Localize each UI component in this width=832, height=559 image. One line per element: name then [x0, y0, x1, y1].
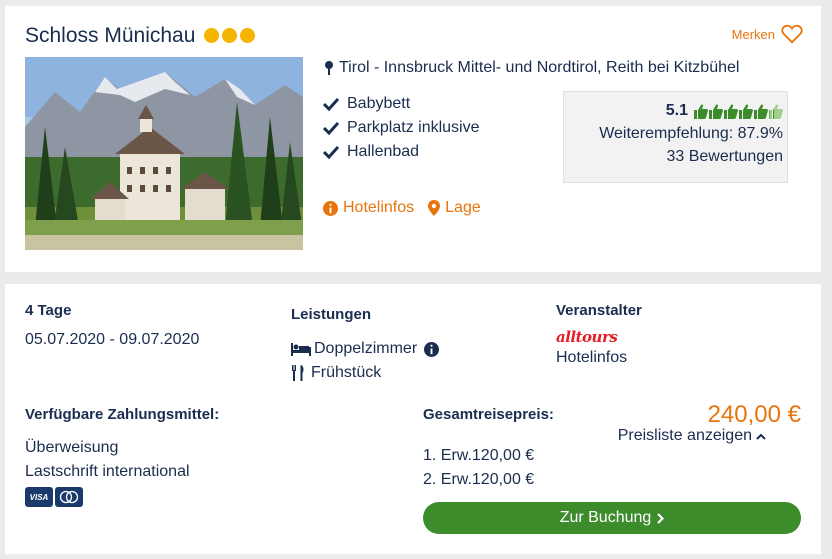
feature-item: Parkplatz inklusive	[323, 116, 480, 140]
duration: 4 Tage	[25, 302, 72, 319]
payment-cards: VISA	[25, 487, 83, 507]
lage-label: Lage	[445, 199, 481, 216]
bed-icon	[291, 342, 311, 356]
book-label: Zur Buchung	[559, 509, 652, 526]
hotel-title[interactable]: Schloss Münichau	[25, 24, 195, 48]
recommendation-text: Weiterempfehlung: 87.9%	[599, 125, 783, 142]
feature-item: Babybett	[323, 92, 480, 116]
feature-label: Babybett	[347, 95, 411, 112]
total-heading: Gesamtreisepreis:	[423, 406, 554, 423]
chevron-up-icon	[756, 433, 766, 440]
map-pin-icon	[325, 61, 333, 75]
payment-method: Überweisung	[25, 439, 119, 456]
heart-icon	[781, 24, 803, 44]
check-icon	[323, 97, 339, 111]
services-heading: Leistungen	[291, 306, 372, 323]
rating-thumbs	[694, 103, 783, 119]
thumb-up-icon	[694, 103, 708, 119]
total-price: 240,00 €	[707, 401, 801, 428]
offer-card: 4 Tage 05.07.2020 - 09.07.2020 Leistunge…	[5, 284, 821, 554]
lage-link[interactable]: Lage	[428, 199, 481, 217]
thumb-up-icon	[739, 103, 753, 119]
operator-hotelinfos-link[interactable]: Hotelinfos	[556, 349, 627, 367]
travel-dates: 05.07.2020 - 09.07.2020	[25, 331, 200, 348]
payment-method: Lastschrift international	[25, 463, 190, 480]
room-label: Doppelzimmer	[314, 340, 418, 357]
room-type: Doppelzimmer	[291, 340, 440, 358]
hotel-card: Schloss Münichau Merken Tirol - Innsbruc…	[5, 6, 821, 272]
feature-item: Hallenbad	[323, 140, 480, 164]
thumb-up-icon	[754, 103, 768, 119]
board-type: Frühstück	[291, 364, 381, 382]
operator-heading: Veranstalter	[556, 302, 642, 319]
hotel-links: Hotelinfos Lage	[323, 199, 481, 217]
hotel-features: Babybett Parkplatz inklusive Hallenbad	[323, 92, 480, 164]
board-label: Frühstück	[311, 364, 382, 381]
thumb-up-icon	[769, 103, 783, 119]
check-icon	[323, 145, 339, 159]
feature-label: Parkplatz inklusive	[347, 119, 480, 136]
star-icon	[222, 28, 237, 43]
star-icon	[204, 28, 219, 43]
mastercard-icon	[55, 487, 83, 507]
check-icon	[323, 121, 339, 135]
hotel-image[interactable]	[25, 57, 303, 250]
info-icon[interactable]	[424, 341, 440, 357]
reviews-count: 33 Bewertungen	[666, 148, 783, 165]
rating-box[interactable]: 5.1 Weiterempfehlung: 87.9% 33 Bewertung…	[563, 91, 788, 183]
location-text: Tirol - Innsbruck Mittel- und Nordtirol,…	[339, 59, 740, 76]
thumb-up-icon	[724, 103, 738, 119]
hotel-location: Tirol - Innsbruck Mittel- und Nordtirol,…	[323, 59, 739, 77]
hotelinfos-link[interactable]: Hotelinfos	[323, 199, 414, 217]
operator-logo: alltours	[556, 328, 618, 346]
hotel-stars	[204, 28, 255, 43]
visa-card-icon: VISA	[25, 487, 53, 507]
merken-label: Merken	[731, 26, 775, 42]
traveller-price: 1. Erw.120,00 €	[423, 447, 535, 464]
book-button[interactable]: Zur Buchung	[423, 502, 801, 534]
info-icon	[323, 200, 338, 216]
payment-heading: Verfügbare Zahlungsmittel:	[25, 406, 220, 423]
feature-label: Hallenbad	[347, 143, 420, 160]
chevron-right-icon	[657, 512, 665, 524]
pricelist-toggle[interactable]: Preisliste anzeigen	[618, 427, 766, 445]
pricelist-label: Preisliste anzeigen	[617, 427, 752, 444]
thumb-up-icon	[709, 103, 723, 119]
hotelinfos-label: Hotelinfos	[343, 199, 415, 216]
traveller-price: 2. Erw.120,00 €	[423, 471, 535, 488]
star-icon	[240, 28, 255, 43]
merken-button[interactable]: Merken	[732, 24, 803, 44]
map-marker-icon	[428, 200, 441, 216]
rating-score: 5.1	[665, 102, 688, 119]
cutlery-icon	[292, 365, 304, 381]
